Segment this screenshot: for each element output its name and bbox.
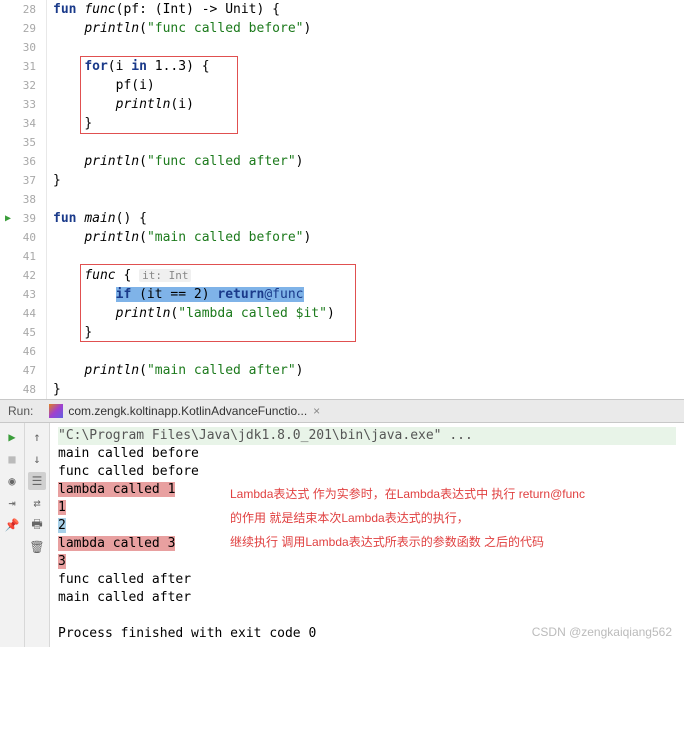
run-gutter-icon[interactable]: ▶ [5,209,11,228]
annotation-text: 的作用 就是结束本次Lambda表达式的执行， [230,509,469,527]
run-toolbar: Run: com.zengk.koltinapp.KotlinAdvanceFu… [0,399,684,423]
stop-icon[interactable]: ■ [3,450,21,468]
output-line-highlight: lambda called 1 [58,482,175,497]
output-line-highlight: 3 [58,554,66,569]
print-icon[interactable]: 🖶 [28,516,46,534]
run-label: Run: [0,404,41,418]
output-line: func called before [58,463,676,481]
code-content[interactable]: fun func(pf: (Int) -> Unit) { println("f… [47,0,684,399]
console-output[interactable]: "C:\Program Files\Java\jdk1.8.0_201\bin\… [50,423,684,647]
console-panel: ▶ ■ ◉ ⇥ 📌 ↑ ↓ ☰ ⇄ 🖶 🗑 "C:\Program Files\… [0,423,684,647]
output-line-highlight: 1 [58,500,66,515]
output-line: func called after [58,571,676,589]
exit-icon[interactable]: ⇥ [3,494,21,512]
console-toolbar-left: ▶ ■ ◉ ⇥ 📌 [0,423,25,647]
scroll-icon[interactable]: ⇄ [28,494,46,512]
close-icon[interactable]: × [313,404,320,418]
console-toolbar-right: ↑ ↓ ☰ ⇄ 🖶 🗑 [25,423,50,647]
command-line: "C:\Program Files\Java\jdk1.8.0_201\bin\… [58,427,676,445]
watermark: CSDN @zengkaiqiang562 [532,623,672,641]
rerun-icon[interactable]: ▶ [3,428,21,446]
kotlin-icon [49,404,63,418]
run-config-tab[interactable]: com.zengk.koltinapp.KotlinAdvanceFunctio… [41,399,328,423]
output-line-highlight: 2 [58,518,66,533]
output-line-highlight: lambda called 3 [58,536,175,551]
param-hint: it: Int [139,269,191,282]
trash-icon[interactable]: 🗑 [28,538,46,556]
code-editor[interactable]: 28 29 30 31 32 33 34 35 36 37 38 ▶39 40 … [0,0,684,399]
wrap-icon[interactable]: ☰ [28,472,46,490]
up-icon[interactable]: ↑ [28,428,46,446]
annotation-text: 继续执行 调用Lambda表达式所表示的参数函数 之后的代码 [230,533,544,551]
output-line: main called before [58,445,676,463]
output-line: main called after [58,589,676,607]
annotation-text: Lambda表达式 作为实参时，在Lambda表达式中 执行 return@fu… [230,485,585,503]
line-gutter: 28 29 30 31 32 33 34 35 36 37 38 ▶39 40 … [0,0,47,399]
pin-icon[interactable]: 📌 [3,516,21,534]
down-icon[interactable]: ↓ [28,450,46,468]
camera-icon[interactable]: ◉ [3,472,21,490]
